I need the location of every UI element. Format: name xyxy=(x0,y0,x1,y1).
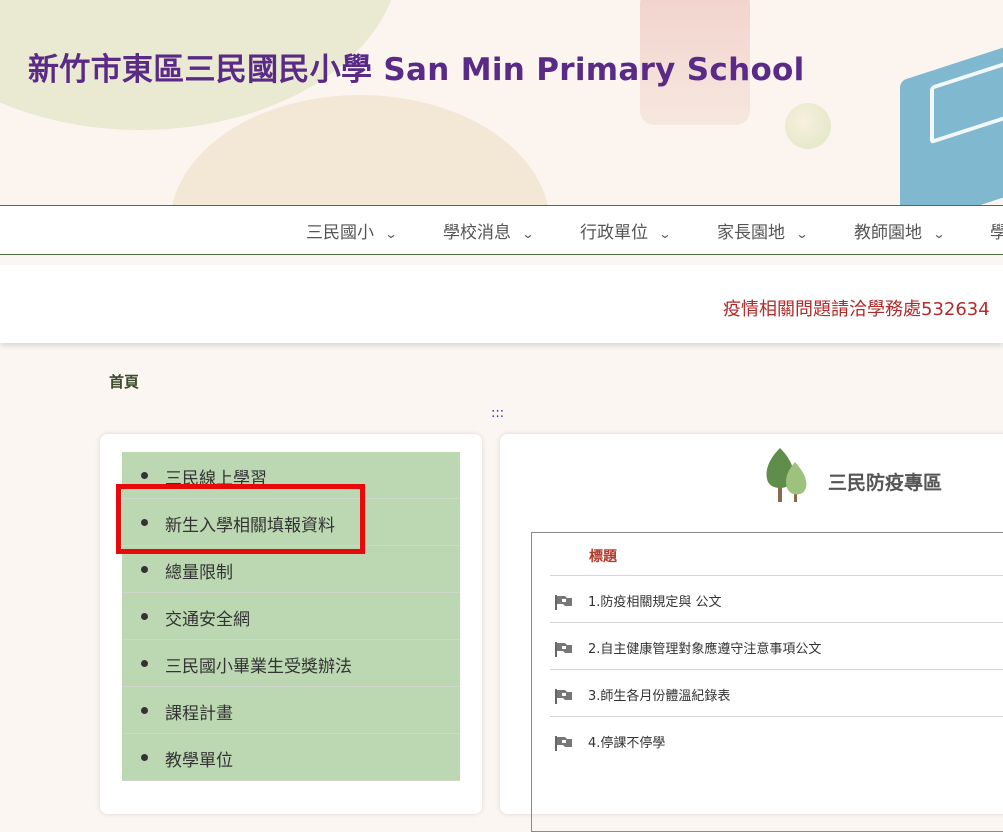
highlight-box xyxy=(116,484,365,554)
bullet-icon xyxy=(141,613,148,620)
sidebar-item-graduate-awards[interactable]: 三民國小畢業生受獎辦法 xyxy=(122,640,460,687)
sidebar-item-label: 三民國小畢業生受獎辦法 xyxy=(165,657,352,677)
row-link[interactable]: 1.防疫相關規定與 公文 xyxy=(588,591,722,610)
breadcrumb-home-link[interactable]: 首頁 xyxy=(109,373,139,391)
flag-icon xyxy=(555,689,572,704)
tree-icon xyxy=(766,448,807,502)
site-title[interactable]: 新竹市東區三民國民小學 San Min Primary School xyxy=(28,44,805,89)
chevron-down-icon: ⌄ xyxy=(932,227,946,241)
flag-icon xyxy=(555,595,572,610)
main-nav: 三民國小 ⌄ 學校消息 ⌄ 行政單位 ⌄ 家長園地 ⌄ 教師園地 ⌄ 學 xyxy=(0,205,1003,255)
sidebar-item-curriculum-plan[interactable]: 課程計畫 xyxy=(122,687,460,734)
nav-item-label: 行政單位 xyxy=(580,223,648,243)
bullet-icon xyxy=(141,754,148,761)
row-link[interactable]: 2.自主健康管理對象應遵守注意事項公文 xyxy=(588,638,821,657)
marquee-text[interactable]: 疫情相關問題請洽學務處532634 xyxy=(723,295,990,321)
chevron-down-icon: ⌄ xyxy=(795,227,809,241)
table-row[interactable]: 4.停課不停學 xyxy=(550,716,1003,764)
site-header: 新竹市東區三民國民小學 San Min Primary School xyxy=(0,0,1003,205)
breadcrumb: 首頁 xyxy=(109,371,139,392)
bullet-icon xyxy=(141,472,148,479)
nav-item-label: 家長園地 xyxy=(717,223,785,243)
nav-item-admin[interactable]: 行政單位 ⌄ xyxy=(580,218,672,243)
nav-item-sanmin[interactable]: 三民國小 ⌄ xyxy=(306,218,398,243)
nav-item-students[interactable]: 學 xyxy=(990,218,1003,243)
header-decoration xyxy=(785,103,831,149)
chevron-down-icon: ⌄ xyxy=(521,227,535,241)
flag-icon xyxy=(555,642,572,657)
sidebar-item-label: 教學單位 xyxy=(165,751,233,771)
table-row[interactable]: 2.自主健康管理對象應遵守注意事項公文 xyxy=(550,622,1003,670)
sidebar-item-traffic-safety[interactable]: 交通安全網 xyxy=(122,593,460,640)
bullet-icon xyxy=(141,660,148,667)
nav-item-news[interactable]: 學校消息 ⌄ xyxy=(443,218,535,243)
table-row[interactable]: 3.師生各月份體溫紀錄表 xyxy=(550,669,1003,717)
row-link[interactable]: 4.停課不停學 xyxy=(588,732,665,751)
table-header-title: 標題 xyxy=(589,549,617,565)
row-link[interactable]: 3.師生各月份體溫紀錄表 xyxy=(588,685,730,704)
nav-item-label: 三民國小 xyxy=(306,223,374,243)
nav-item-label: 學校消息 xyxy=(443,223,511,243)
announcement-table: 標題 1.防疫相關規定與 公文 2.自主健康管理對象應遵守注意事項公文 3.師生… xyxy=(531,532,1003,832)
nav-item-parents[interactable]: 家長園地 ⌄ xyxy=(717,218,809,243)
sidebar-item-label: 總量限制 xyxy=(165,563,233,583)
chevron-down-icon: ⌄ xyxy=(658,227,672,241)
announcement-marquee: 疫情相關問題請洽學務處532634 xyxy=(0,265,1003,343)
accesskey-anchor[interactable]: ::: xyxy=(491,406,504,421)
nav-item-label: 學 xyxy=(990,223,1003,243)
section-title: 三民防疫專區 xyxy=(828,472,943,494)
bullet-icon xyxy=(141,566,148,573)
sidebar-item-label: 課程計畫 xyxy=(165,704,233,724)
bullet-icon xyxy=(141,707,148,714)
sidebar-item-label: 交通安全網 xyxy=(165,610,250,630)
sidebar-item-teaching-units[interactable]: 教學單位 xyxy=(122,734,460,781)
flag-icon xyxy=(555,736,572,751)
nav-item-teachers[interactable]: 教師園地 ⌄ xyxy=(854,218,946,243)
nav-item-label: 教師園地 xyxy=(854,223,922,243)
table-row[interactable]: 1.防疫相關規定與 公文 xyxy=(550,575,1003,623)
chevron-down-icon: ⌄ xyxy=(384,227,398,241)
epidemic-prevention-section: 三民防疫專區 標題 1.防疫相關規定與 公文 2.自主健康管理對象應遵守注意事項… xyxy=(500,434,1003,832)
